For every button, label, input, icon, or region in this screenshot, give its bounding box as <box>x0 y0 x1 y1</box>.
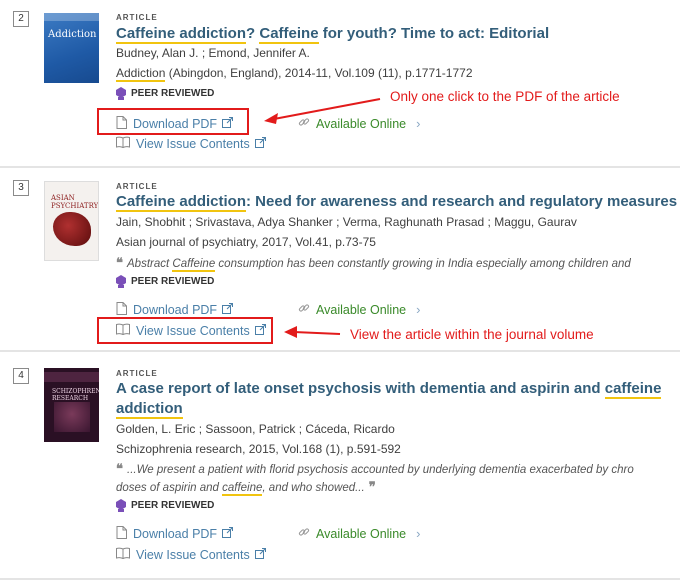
journal-cover-image[interactable]: ASIAN PSYCHIATRY <box>44 181 99 261</box>
download-pdf-label: Download PDF <box>133 527 218 541</box>
abstract-text: consumption has been constantly growing … <box>215 258 631 270</box>
chevron-right-icon: › <box>416 526 421 541</box>
annotation-arrow-icon <box>284 326 341 338</box>
source-highlight: Addiction <box>116 66 166 82</box>
link-chain-icon <box>298 302 310 317</box>
external-link-icon <box>222 303 234 317</box>
book-icon <box>116 136 130 151</box>
title-text: for youth? Time to act: Editorial <box>318 25 550 42</box>
source-text: (Abingdon, England), 2014-11, Vol.109 (1… <box>165 66 473 80</box>
chevron-right-icon: › <box>416 116 421 131</box>
abstract-snippet-line-2: doses of aspirin and caffeine, and who s… <box>116 479 380 496</box>
divider <box>0 578 680 580</box>
result-number: 3 <box>13 180 29 196</box>
peer-reviewed-icon <box>116 87 126 100</box>
authors: Jain, Shobhit ; Srivastava, Adya Shanker… <box>116 215 577 229</box>
availability-label: Available Online <box>316 526 407 541</box>
view-issue-contents-label: View Issue Contents <box>136 136 250 151</box>
peer-reviewed-badge: PEER REVIEWED <box>116 499 214 512</box>
external-link-icon <box>222 527 234 541</box>
result-title[interactable]: Caffeine addiction: Need for awareness a… <box>116 192 677 212</box>
cover-title: Addiction <box>48 29 97 40</box>
abstract-highlight: Caffeine <box>172 258 216 272</box>
abstract-snippet: ❝ Abstract Caffeine consumption has been … <box>116 255 631 272</box>
resource-type: ARTICLE <box>116 369 158 378</box>
journal-cover-image[interactable]: SCHIZOPHRENIA RESEARCH <box>44 368 99 442</box>
abstract-text: , and who showed... <box>262 482 365 494</box>
peer-reviewed-badge: PEER REVIEWED <box>116 275 214 288</box>
title-highlight: Caffeine addiction <box>116 193 247 212</box>
annotation-arrow-icon <box>264 98 381 124</box>
result-title[interactable]: Caffeine addiction? Caffeine for youth? … <box>116 24 549 44</box>
source: Addiction (Abingdon, England), 2014-11, … <box>116 66 473 82</box>
resource-type: ARTICLE <box>116 13 158 22</box>
abstract-snippet: ❝ ...We present a patient with florid psy… <box>116 461 634 477</box>
download-pdf-label: Download PDF <box>133 303 218 317</box>
peer-reviewed-icon <box>116 275 126 288</box>
authors: Budney, Alan J. ; Emond, Jennifer A. <box>116 46 310 60</box>
peer-reviewed-label: PEER REVIEWED <box>131 276 215 287</box>
title-text: A case report of late onset psychosis wi… <box>116 380 605 397</box>
pdf-highlight-box <box>97 108 249 135</box>
external-link-icon <box>254 136 266 151</box>
download-pdf-link[interactable]: Download PDF <box>116 526 234 542</box>
divider <box>0 350 680 352</box>
title-highlight: caffeine <box>604 380 662 399</box>
title-text: ? <box>246 25 260 42</box>
source: Asian journal of psychiatry, 2017, Vol.4… <box>116 235 376 249</box>
annotation-issue-note: View the article within the journal volu… <box>350 327 594 342</box>
resource-type: ARTICLE <box>116 182 158 191</box>
peer-reviewed-badge: PEER REVIEWED <box>116 87 214 100</box>
result-number: 2 <box>13 11 29 27</box>
quote-close-icon: ❞ <box>368 479 376 494</box>
peer-reviewed-label: PEER REVIEWED <box>131 88 215 99</box>
availability-link[interactable]: Available Online › <box>298 302 420 317</box>
view-issue-contents-link[interactable]: View Issue Contents <box>116 136 266 151</box>
view-issue-contents-link[interactable]: View Issue Contents <box>116 547 266 562</box>
result-number: 4 <box>13 368 29 384</box>
title-text: : Need for awareness and research and re… <box>246 193 678 210</box>
title-highlight: Caffeine <box>259 25 319 44</box>
title-highlight: addiction <box>116 400 183 419</box>
peer-reviewed-icon <box>116 499 126 512</box>
external-link-icon <box>254 547 266 562</box>
view-issue-contents-label: View Issue Contents <box>136 547 250 562</box>
download-pdf-link[interactable]: Download PDF <box>116 302 234 318</box>
cover-title: SCHIZOPHRENIA RESEARCH <box>52 388 99 402</box>
book-icon <box>116 547 130 562</box>
link-chain-icon <box>298 526 310 541</box>
journal-cover-image[interactable]: Addiction <box>44 13 99 83</box>
peer-reviewed-label: PEER REVIEWED <box>131 500 215 511</box>
source: Schizophrenia research, 2015, Vol.168 (1… <box>116 442 401 456</box>
divider <box>0 166 680 168</box>
cover-title: ASIAN PSYCHIATRY <box>51 194 99 210</box>
chevron-right-icon: › <box>416 302 421 317</box>
annotation-pdf-note: Only one click to the PDF of the article <box>390 89 620 104</box>
pdf-file-icon <box>116 526 127 542</box>
result-title[interactable]: A case report of late onset psychosis wi… <box>116 379 676 419</box>
issue-highlight-box <box>97 317 273 344</box>
abstract-text: Abstract <box>127 258 173 270</box>
abstract-text: doses of aspirin and <box>116 482 223 494</box>
quote-icon: ❝ <box>116 461 123 476</box>
abstract-text: ...We present a patient with florid psyc… <box>127 464 634 476</box>
availability-link[interactable]: Available Online › <box>298 526 420 541</box>
title-highlight: Caffeine addiction <box>116 25 247 44</box>
abstract-highlight: caffeine <box>222 482 263 496</box>
pdf-file-icon <box>116 302 127 318</box>
availability-label: Available Online <box>316 302 407 317</box>
authors: Golden, L. Eric ; Sassoon, Patrick ; Các… <box>116 422 395 436</box>
quote-icon: ❝ <box>116 255 123 270</box>
